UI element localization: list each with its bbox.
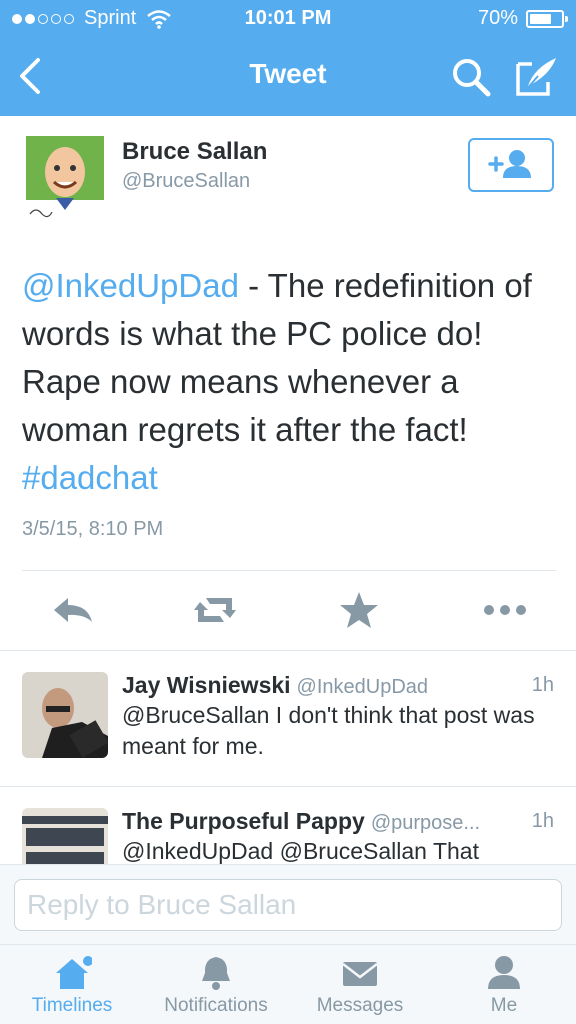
bell-icon — [202, 957, 230, 990]
header-bar: Sprint 10:01 PM 70% Tweet — [0, 0, 576, 116]
tab-label: Notifications — [164, 995, 268, 1016]
retweet-icon[interactable] — [190, 588, 240, 632]
tweet-actions — [0, 588, 576, 632]
reply-author-handle: @InkedUpDad — [296, 676, 429, 698]
reply-time: 1h — [531, 810, 554, 832]
author-avatar[interactable] — [26, 136, 104, 222]
divider — [0, 786, 576, 787]
reply-text: @InkedUpDad @BruceSallan That — [122, 838, 479, 864]
caricature-image — [26, 136, 104, 222]
avatar-logo — [22, 808, 108, 864]
divider — [0, 650, 576, 651]
status-bar: Sprint 10:01 PM 70% — [0, 0, 576, 38]
follow-button[interactable] — [468, 138, 554, 192]
tab-messages[interactable]: Messages — [288, 945, 432, 1024]
favorite-star-icon[interactable] — [334, 588, 384, 632]
avatar-photo — [22, 672, 108, 758]
tweet-timestamp: 3/5/15, 8:10 PM — [22, 518, 164, 540]
tab-notifications[interactable]: Notifications — [144, 945, 288, 1024]
tab-me[interactable]: Me — [432, 945, 576, 1024]
author-name[interactable]: Bruce Sallan — [122, 138, 267, 166]
reply-author-handle: @purpose... — [370, 812, 481, 834]
more-icon[interactable] — [480, 588, 530, 632]
reply-author-name: The Purposeful Pappy — [122, 808, 365, 834]
person-icon — [488, 956, 520, 989]
reply-composer — [0, 864, 576, 944]
search-icon[interactable] — [450, 56, 492, 98]
add-user-icon — [488, 150, 531, 178]
reply-avatar[interactable] — [22, 672, 108, 758]
tab-label: Me — [490, 995, 518, 1016]
reply-text: @BruceSallan I don't think that post was… — [122, 702, 535, 759]
reply-author[interactable]: Jay Wisniewski @InkedUpDad — [122, 672, 428, 699]
tab-timelines[interactable]: Timelines — [0, 945, 144, 1024]
reply-avatar[interactable] — [22, 808, 108, 864]
battery-percent: 70% — [477, 7, 518, 29]
tab-bar: Timelines Notifications Messages Me — [0, 944, 576, 1024]
reply-item[interactable]: The Purposeful Pappy @purpose... 1h @Inke… — [0, 788, 576, 864]
envelope-icon — [342, 962, 378, 986]
reply-author-name: Jay Wisniewski — [122, 672, 291, 698]
reply-icon[interactable] — [48, 588, 98, 632]
battery-indicator: 70% — [477, 7, 568, 30]
tweet-mention-link[interactable]: @InkedUpDad — [22, 267, 239, 304]
reply-input[interactable] — [14, 879, 562, 931]
compose-icon[interactable] — [514, 54, 560, 98]
reply-time: 1h — [531, 674, 554, 696]
tab-label: Messages — [316, 995, 404, 1016]
author-handle[interactable]: @BruceSallan — [122, 170, 250, 193]
divider — [22, 570, 556, 571]
reply-author[interactable]: The Purposeful Pappy @purpose... — [122, 808, 480, 835]
battery-icon — [526, 9, 568, 28]
home-icon — [56, 956, 92, 989]
tweet-hashtag-link[interactable]: #dadchat — [22, 459, 158, 496]
tab-label: Timelines — [31, 995, 113, 1016]
tweet-text: @InkedUpDad - The redefinition of words … — [22, 262, 562, 502]
